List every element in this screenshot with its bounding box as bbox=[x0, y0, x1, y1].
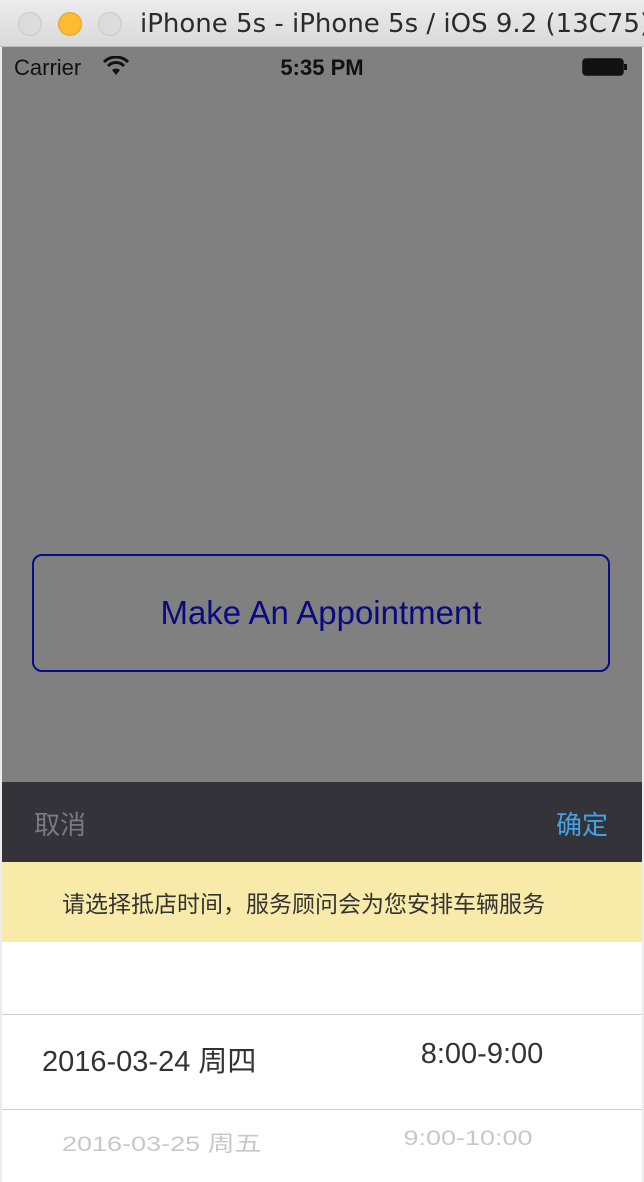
notice-text: 请选择抵店时间，服务顾问会为您安排车辆服务 bbox=[62, 892, 545, 918]
minimize-window-button[interactable] bbox=[58, 12, 82, 36]
selection-bottom-line bbox=[2, 1109, 642, 1110]
close-window-button[interactable] bbox=[18, 12, 42, 36]
make-appointment-button[interactable]: Make An Appointment bbox=[32, 554, 610, 672]
cancel-button[interactable]: 取消 bbox=[34, 805, 86, 842]
make-appointment-label: Make An Appointment bbox=[160, 594, 482, 631]
window-title: iPhone 5s - iPhone 5s / iOS 9.2 (13C75) bbox=[140, 9, 644, 39]
time-picker[interactable]: 2016-03-24 周四 8:00-9:00 2016-03-25 周五 9:… bbox=[2, 942, 642, 1182]
battery-icon bbox=[582, 58, 627, 76]
status-time: 5:35 PM bbox=[280, 55, 364, 80]
picker-time-slot: 9:00-10:00 bbox=[403, 1126, 533, 1150]
picker-toolbar: 取消 确定 bbox=[2, 782, 642, 862]
zoom-window-button[interactable] bbox=[98, 12, 122, 36]
picker-time-slot: 8:00-9:00 bbox=[420, 1038, 544, 1070]
phone-screen: Carrier 5:35 PM Make An Appointment 取消 确… bbox=[2, 47, 642, 1182]
status-bar: Carrier 5:35 PM bbox=[2, 47, 642, 87]
selection-top-line bbox=[2, 1014, 642, 1015]
notice-banner: 请选择抵店时间，服务顾问会为您安排车辆服务 bbox=[2, 862, 642, 942]
window-titlebar: iPhone 5s - iPhone 5s / iOS 9.2 (13C75) bbox=[0, 0, 644, 47]
confirm-button[interactable]: 确定 bbox=[556, 805, 608, 842]
